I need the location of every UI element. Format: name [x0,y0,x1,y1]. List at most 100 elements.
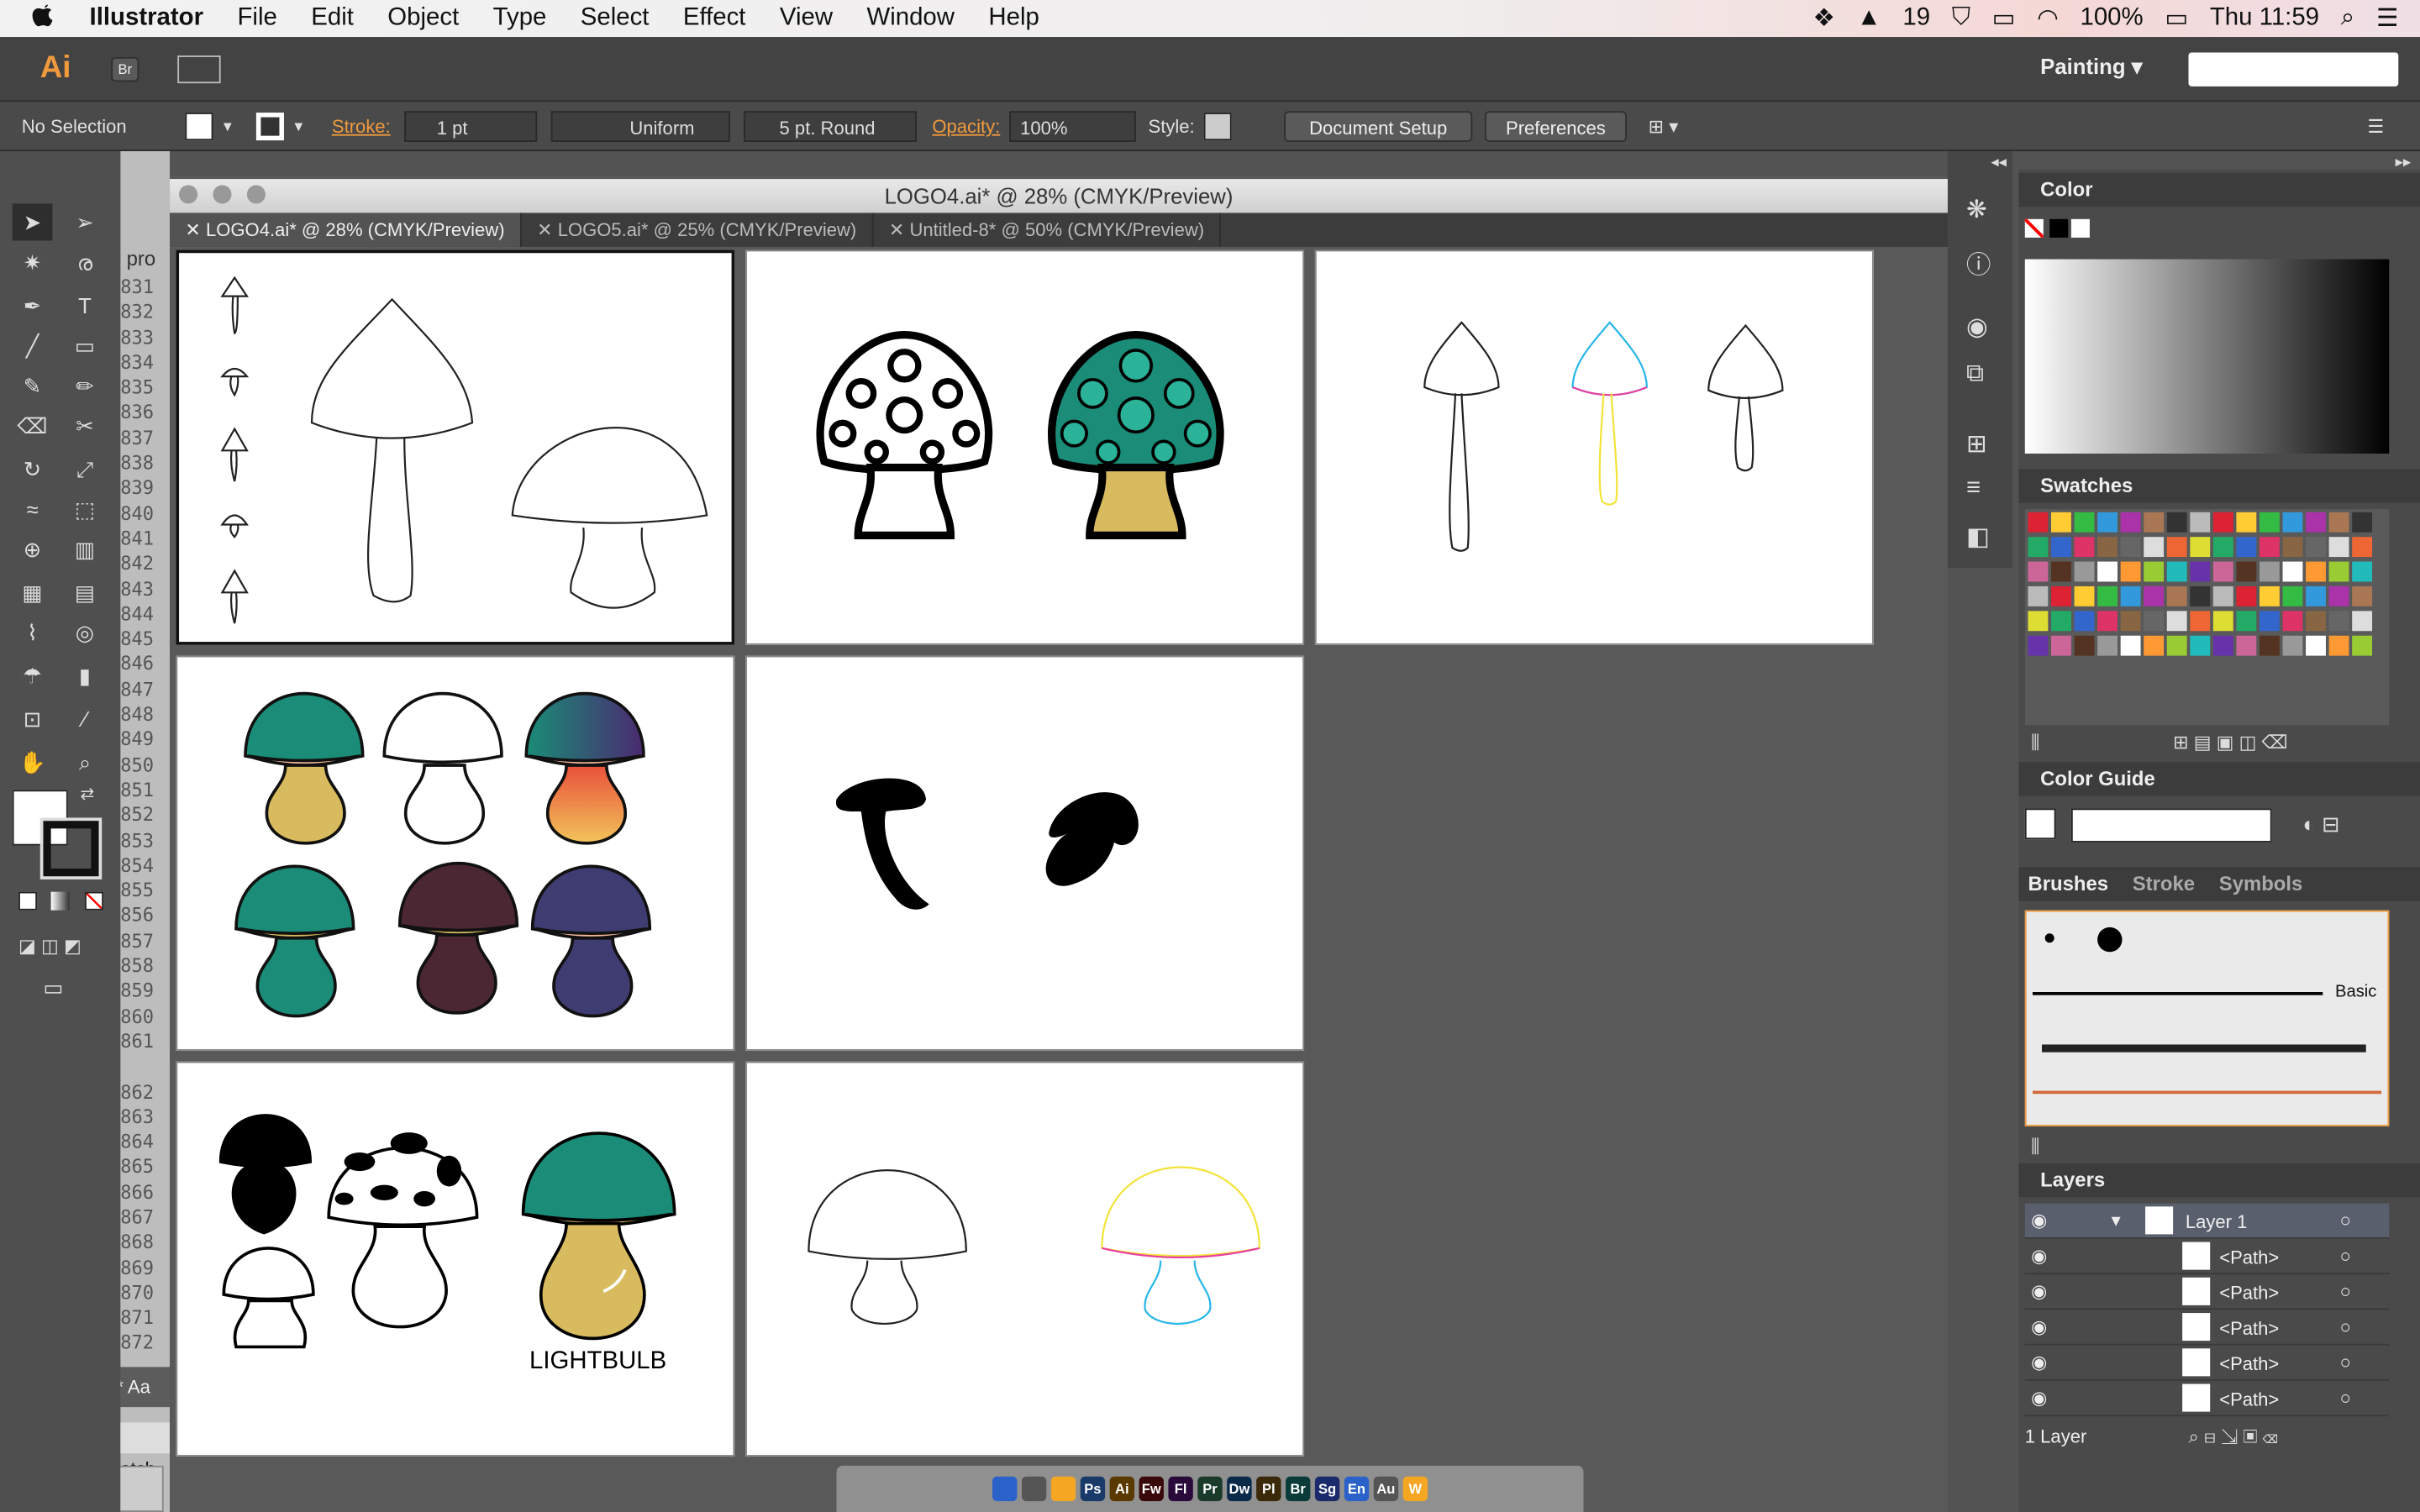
stroke-swatch[interactable] [255,113,284,141]
swatch[interactable] [2282,512,2303,533]
swatch[interactable] [2282,611,2303,632]
dock-app-icon[interactable]: Fl [1168,1476,1193,1502]
basic-brush-line[interactable] [2032,992,2323,995]
wifi-icon[interactable]: ◠ [2037,3,2059,34]
artboard-1[interactable] [176,249,735,645]
close-window-icon[interactable] [179,185,198,204]
dock-app-icon[interactable] [1021,1476,1047,1502]
screen-mode-icon[interactable]: ▭ [43,975,63,1001]
notification-center-icon[interactable]: ☰ [2376,3,2398,34]
dropbox-icon[interactable]: ❖ [1813,3,1835,34]
menu-object[interactable]: Object [371,0,476,37]
swatch[interactable] [2166,537,2187,558]
color-guide-header[interactable]: Color Guide [2018,762,2420,796]
path-row[interactable]: ◉ <Path> ○ [2024,1381,2390,1417]
direct-selection-tool-icon[interactable]: ➢ [65,203,105,240]
arrow-brush[interactable] [2032,1090,2382,1116]
swatch[interactable] [2352,537,2373,558]
slice-tool-icon[interactable]: ⁄ [65,701,105,738]
tab-logo5[interactable]: ✕ LOGO5.ai* @ 25% (CMYK/Preview) [522,213,874,247]
swatches-panel-header[interactable]: Swatches [2018,469,2420,503]
dock-app-icon[interactable]: Pl [1256,1476,1281,1502]
close-tab-icon[interactable]: ✕ [889,219,910,241]
swatch[interactable] [2051,611,2071,632]
close-tab-icon[interactable]: ✕ [185,219,206,241]
swatch[interactable] [2120,537,2141,558]
swatch[interactable] [2120,585,2141,606]
swatch[interactable] [2328,537,2349,558]
swatch[interactable] [2144,611,2165,632]
swatch[interactable] [2028,561,2049,582]
swatch[interactable] [2097,537,2118,558]
swatch[interactable] [2144,585,2165,606]
swatch[interactable] [2074,585,2095,606]
dock-app-icon[interactable]: Dw [1227,1476,1252,1502]
pencil-tool-icon[interactable]: ✏ [65,367,105,404]
eraser-tool-icon[interactable]: ⌫ [13,407,53,444]
swatch[interactable] [2212,635,2233,656]
swatch[interactable] [2352,585,2373,606]
target-circle-icon[interactable]: ○ [2339,1210,2350,1231]
swatch[interactable] [2282,635,2303,656]
target-circle-icon[interactable]: ○ [2339,1352,2350,1373]
swatch[interactable] [2190,635,2211,656]
battery-icon[interactable]: ▭ [2165,3,2188,34]
pathfinder-icon[interactable]: ◧ [1966,522,1990,553]
path-row[interactable]: ◉ <Path> ○ [2024,1239,2390,1275]
preferences-button[interactable]: Preferences [1484,111,1627,142]
swatch[interactable] [2352,561,2373,582]
drawing-mode-icon[interactable]: ◪ ◫ ◩ [18,935,82,957]
eyedropper-tool-icon[interactable]: ⌇ [13,614,53,651]
dock-app-icon[interactable]: Ps [1080,1476,1106,1502]
dock-app-icon[interactable]: Pr [1197,1476,1223,1502]
swatch[interactable] [2097,635,2118,656]
swatch[interactable] [2166,635,2187,656]
blend-tool-icon[interactable]: ◎ [65,614,105,651]
swatch-library-icon[interactable]: ⫼ [2031,732,2039,755]
path-name[interactable]: <Path> [2219,1389,2279,1410]
adobe-icon[interactable]: ▲ [1857,5,1881,33]
visibility-eye-icon[interactable]: ◉ [2031,1245,2047,1267]
artboard-tool-icon[interactable]: ⊡ [13,701,53,738]
swatch[interactable] [2051,585,2071,606]
visibility-eye-icon[interactable]: ◉ [2031,1280,2047,1302]
visibility-eye-icon[interactable]: ◉ [2031,1210,2047,1231]
path-row[interactable]: ◉ <Path> ○ [2024,1346,2390,1381]
swatch[interactable] [2328,561,2349,582]
opacity-label[interactable]: Opacity: [932,111,1000,142]
apple-icon[interactable] [0,0,72,37]
artboard-6[interactable]: LIGHTBULB [176,1061,735,1457]
black-swatch[interactable] [2049,218,2069,238]
stroke-dropdown-icon[interactable]: ▼ [292,111,305,142]
edit-colors-icon[interactable]: ◐ ⊟ [2302,811,2339,837]
swatch[interactable] [2190,585,2211,606]
swatch[interactable] [2120,611,2141,632]
style-swatch[interactable] [1203,113,1232,141]
guide-base-color[interactable] [2024,808,2056,840]
swatch[interactable] [2352,635,2373,656]
type-tool-icon[interactable]: T [65,287,105,324]
swatch[interactable] [2212,537,2233,558]
minimize-window-icon[interactable] [213,185,232,204]
artboards-icon[interactable]: ⊞ [1966,429,1987,460]
tab-stroke[interactable]: Stroke [2123,872,2204,895]
dock-app-icon[interactable]: Au [1373,1476,1399,1502]
swatch[interactable] [2236,537,2257,558]
stroke-weight-field[interactable]: 1 pt [404,111,538,142]
swatch[interactable] [2051,635,2071,656]
layers-panel-header[interactable]: Layers [2018,1163,2420,1198]
swatch[interactable] [2120,635,2141,656]
swatch[interactable] [2097,512,2118,533]
artboard-3[interactable] [1314,249,1874,645]
none-swatch-icon[interactable] [2024,218,2044,238]
swatch[interactable] [2282,585,2303,606]
brush-dot-large[interactable] [2097,927,2123,953]
swatch[interactable] [2212,512,2233,533]
swatch[interactable] [2352,611,2373,632]
align-icon[interactable]: ⊞ ▾ [1649,111,1679,142]
path-name[interactable]: <Path> [2219,1318,2279,1340]
swap-colors-icon[interactable]: ⇄ [81,784,95,804]
document-setup-button[interactable]: Document Setup [1284,111,1473,142]
swatch[interactable] [2236,512,2257,533]
layer-row[interactable]: ◉ ▾ Layer 1 ○ [2024,1203,2390,1239]
